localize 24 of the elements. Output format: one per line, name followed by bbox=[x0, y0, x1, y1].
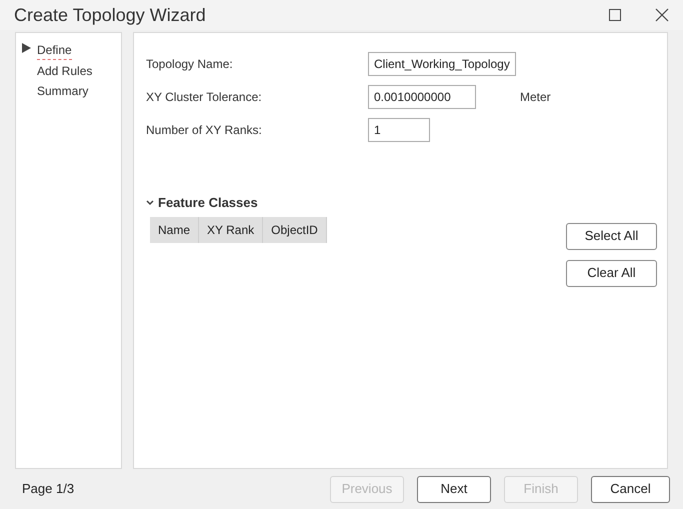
step-item[interactable]: Define bbox=[37, 41, 72, 60]
window-title: Create Topology Wizard bbox=[14, 4, 207, 27]
field-label: XY Cluster Tolerance: bbox=[146, 88, 263, 106]
unit-label: Meter bbox=[520, 88, 551, 106]
action-button[interactable]: Clear All bbox=[566, 260, 657, 286]
field-label: Topology Name: bbox=[146, 56, 234, 72]
maximize-icon[interactable] bbox=[609, 9, 621, 21]
nav-button[interactable]: Next bbox=[417, 476, 491, 502]
field-label: Number of XY Ranks: bbox=[146, 122, 263, 138]
close-icon[interactable] bbox=[655, 8, 669, 22]
text-field[interactable]: 1 bbox=[368, 118, 430, 142]
nav-button[interactable]: Cancel bbox=[591, 476, 670, 502]
step-item[interactable]: Summary bbox=[37, 82, 88, 100]
arrow-icon bbox=[22, 42, 31, 52]
text-field[interactable]: Client_Working_Topology bbox=[368, 52, 516, 76]
text-field[interactable]: 0.0010000000 bbox=[368, 84, 476, 108]
action-button[interactable]: Select All bbox=[566, 222, 657, 250]
page-indicator: Page 1/3 bbox=[22, 480, 76, 498]
chevron-icon[interactable] bbox=[146, 200, 154, 206]
column-header[interactable]: ObjectID bbox=[263, 216, 327, 242]
column-header[interactable]: Name bbox=[150, 216, 200, 242]
step-item[interactable]: Add Rules bbox=[37, 62, 92, 80]
section-title: Feature Classes bbox=[158, 194, 258, 212]
column-header[interactable]: XY Rank bbox=[199, 216, 264, 242]
